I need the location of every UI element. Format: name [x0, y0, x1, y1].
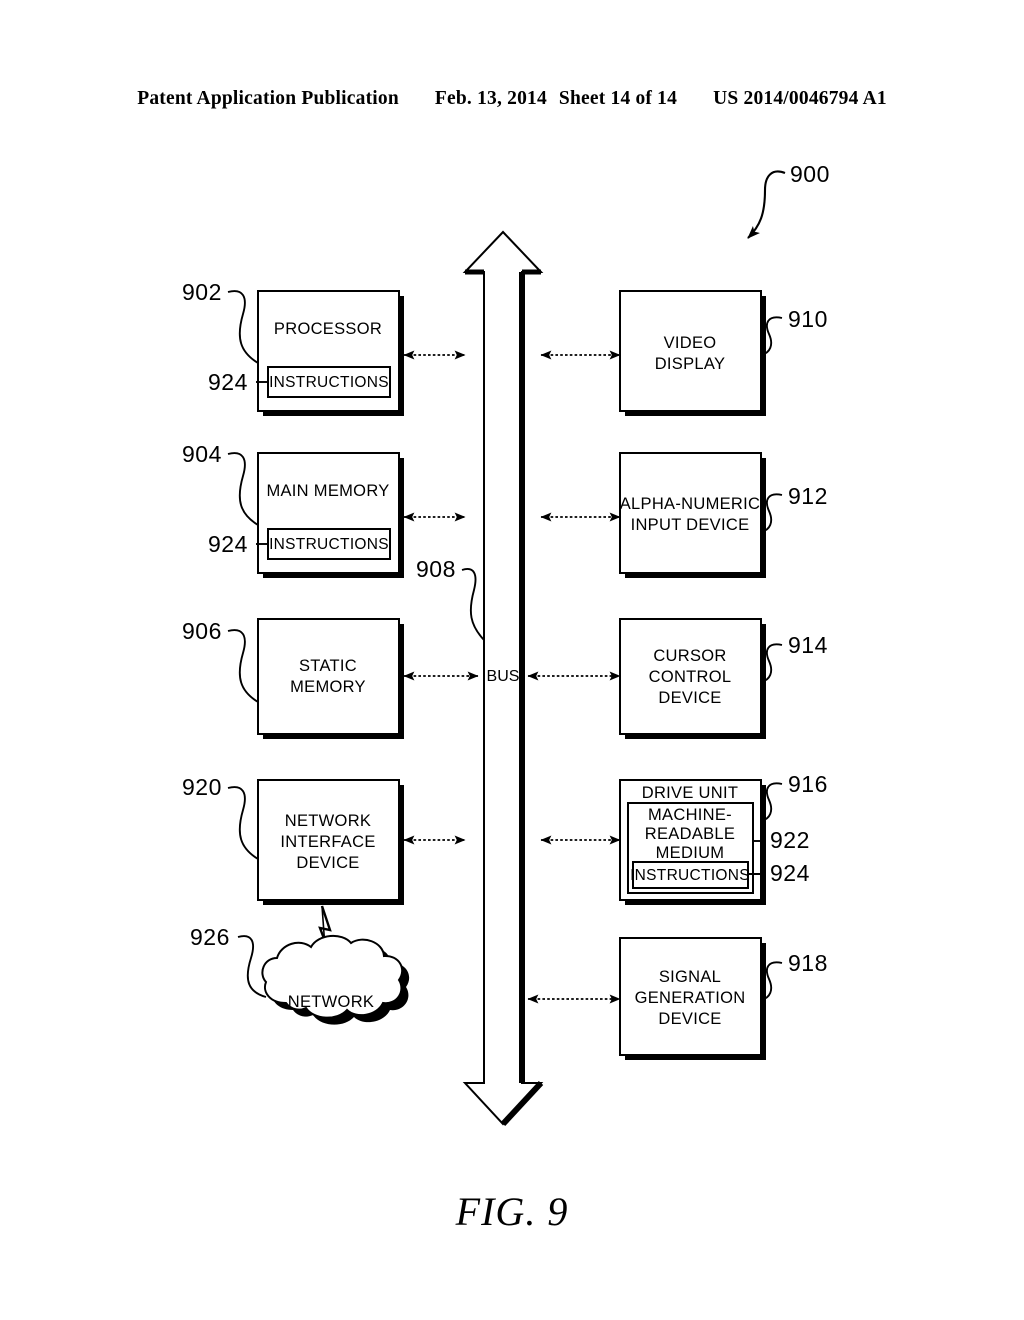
- alpha-numeric-box: [619, 452, 762, 574]
- system-ref-900: 900: [747, 161, 830, 239]
- block-main-memory[interactable]: MAIN MEMORY INSTRUCTIONS: [257, 452, 404, 578]
- block-video-display[interactable]: VIDEO DISPLAY: [619, 290, 766, 416]
- figure-caption: FIG. 9: [455, 1189, 569, 1234]
- ref-908-text: 908: [416, 556, 456, 582]
- video-display-label-2: DISPLAY: [655, 355, 726, 373]
- ref-900-text: 900: [790, 161, 830, 187]
- ref-922-text: 922: [770, 827, 810, 853]
- ref-920: 920: [182, 774, 259, 860]
- block-network-interface[interactable]: NETWORK INTERFACE DEVICE: [257, 779, 404, 905]
- cursor-control-label-1: CURSOR: [653, 647, 726, 665]
- alpha-numeric-label-2: INPUT DEVICE: [631, 516, 750, 534]
- machine-readable-label-1: MACHINE-: [648, 806, 732, 824]
- ref-914-text: 914: [788, 632, 828, 658]
- ref-904-text: 904: [182, 441, 222, 467]
- main-memory-instructions-label: INSTRUCTIONS: [269, 536, 389, 553]
- bus-label: BUS: [487, 668, 520, 685]
- cursor-control-label-3: DEVICE: [658, 689, 721, 707]
- ref-924-drive-text: 924: [770, 860, 810, 886]
- network-interface-label-3: DEVICE: [296, 854, 359, 872]
- ref-904-leader: [227, 452, 259, 526]
- machine-readable-label-2: READABLE: [645, 825, 735, 843]
- ref-906-leader: [227, 629, 259, 703]
- static-memory-box: [257, 618, 400, 735]
- ref-918-text: 918: [788, 950, 828, 976]
- ref-912: 912: [760, 483, 828, 533]
- ref-924-processor-text: 924: [208, 369, 248, 395]
- block-cursor-control[interactable]: CURSOR CONTROL DEVICE: [619, 618, 766, 739]
- ref-910: 910: [760, 306, 828, 356]
- video-display-label-1: VIDEO: [664, 334, 717, 352]
- processor-instructions-label: INSTRUCTIONS: [269, 374, 389, 391]
- ref-920-leader: [227, 786, 259, 860]
- bus-ref-908: 908: [416, 556, 485, 641]
- cursor-control-label-2: CONTROL: [649, 668, 732, 686]
- block-processor[interactable]: PROCESSOR INSTRUCTIONS: [257, 290, 404, 416]
- processor-label: PROCESSOR: [274, 320, 382, 338]
- static-memory-label-1: STATIC: [299, 657, 357, 675]
- drive-unit-label: DRIVE UNIT: [642, 784, 739, 802]
- network-cloud-label: NETWORK: [288, 993, 374, 1011]
- signal-generation-label-2: GENERATION: [635, 989, 746, 1007]
- bus-arrow: BUS: [462, 230, 544, 1127]
- ref-902: 902: [182, 279, 259, 364]
- main-memory-label: MAIN MEMORY: [266, 482, 389, 500]
- figure-9-diagram: 900 BUS 908 PROCESSOR INSTRUCTIONS 902 9…: [182, 161, 830, 1127]
- ref-918: 918: [760, 950, 828, 1001]
- ref-926-leader: [237, 935, 267, 998]
- ref-916-text: 916: [788, 771, 828, 797]
- ref-908-leader: [461, 568, 485, 641]
- network-interface-label-2: INTERFACE: [280, 833, 375, 851]
- machine-readable-label-3: MEDIUM: [656, 844, 725, 862]
- ref-902-text: 902: [182, 279, 222, 305]
- ref-906-text: 906: [182, 618, 222, 644]
- drive-instructions-label: INSTRUCTIONS: [630, 867, 750, 884]
- block-static-memory[interactable]: STATIC MEMORY: [257, 618, 404, 739]
- ref-900-leader: [747, 170, 786, 239]
- ref-914: 914: [760, 632, 828, 683]
- ref-916: 916: [760, 771, 828, 822]
- signal-generation-label-3: DEVICE: [658, 1010, 721, 1028]
- signal-generation-label-1: SIGNAL: [659, 968, 721, 986]
- network-interface-label-1: NETWORK: [285, 812, 371, 830]
- ref-904: 904: [182, 441, 259, 526]
- ref-920-text: 920: [182, 774, 222, 800]
- ref-926: 926: [190, 924, 267, 998]
- block-alpha-numeric-input[interactable]: ALPHA-NUMERIC INPUT DEVICE: [619, 452, 766, 578]
- ref-910-text: 910: [788, 306, 828, 332]
- block-signal-generation[interactable]: SIGNAL GENERATION DEVICE: [619, 937, 766, 1060]
- alpha-numeric-label-1: ALPHA-NUMERIC: [620, 495, 761, 513]
- ref-924-main-memory-text: 924: [208, 531, 248, 557]
- block-network-cloud[interactable]: NETWORK: [261, 935, 410, 1025]
- ref-926-text: 926: [190, 924, 230, 950]
- block-drive-unit[interactable]: DRIVE UNIT MACHINE- READABLE MEDIUM INST…: [619, 779, 766, 905]
- ref-902-leader: [227, 290, 259, 364]
- static-memory-label-2: MEMORY: [290, 678, 366, 696]
- ref-912-text: 912: [788, 483, 828, 509]
- ref-906: 906: [182, 618, 259, 703]
